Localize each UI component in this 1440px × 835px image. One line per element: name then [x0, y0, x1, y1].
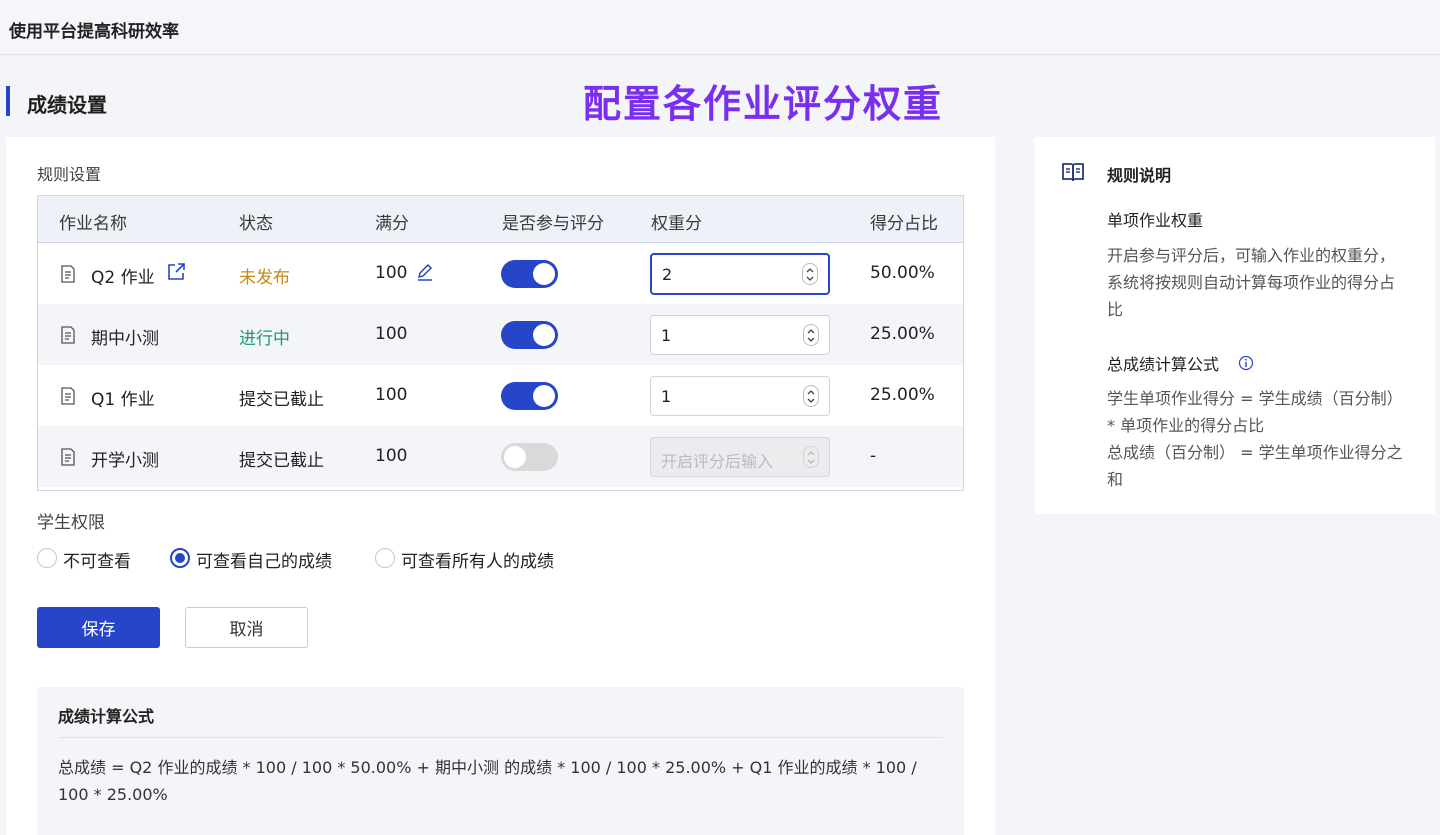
full-score: 100 [375, 263, 408, 283]
toggle-knob [504, 446, 526, 468]
number-stepper[interactable] [803, 385, 819, 407]
book-icon [1062, 163, 1084, 182]
scoring-toggle[interactable] [501, 260, 558, 288]
full-score: 100 [375, 446, 408, 466]
document-icon [61, 448, 75, 466]
table-row: 开学小测 提交已截止 100 开启评分后输入 - [38, 426, 963, 487]
number-stepper[interactable] [803, 324, 819, 346]
status-label: 进行中 [239, 329, 290, 349]
formula-text: 总成绩 = Q2 作业的成绩 * 100 / 100 * 50.00% + 期中… [58, 758, 917, 804]
radio-label: 可查看所有人的成绩 [401, 552, 554, 572]
col-header-name: 作业名称 [59, 214, 127, 234]
save-button[interactable]: 保存 [37, 607, 160, 648]
radio-circle[interactable] [375, 548, 395, 568]
chevron-up-icon[interactable] [807, 327, 815, 335]
document-icon [61, 326, 75, 344]
assignment-name: Q2 作业 [91, 268, 155, 288]
help-heading-formula: 总成绩计算公式 [1107, 355, 1220, 374]
score-ratio: - [870, 446, 877, 466]
score-ratio: 25.00% [870, 385, 935, 405]
help-title: 规则说明 [1107, 166, 1172, 185]
number-stepper[interactable] [802, 263, 818, 285]
chevron-up-icon[interactable] [806, 266, 814, 274]
cancel-button[interactable]: 取消 [185, 607, 308, 648]
table-header: 作业名称 状态 满分 是否参与评分 权重分 得分占比 [38, 196, 963, 243]
chevron-down-icon[interactable] [806, 275, 814, 283]
divider [58, 737, 943, 738]
external-link-icon[interactable] [166, 262, 186, 282]
weight-input[interactable]: 1 [650, 315, 830, 355]
assignment-name: Q1 作业 [91, 390, 155, 410]
page-title: 成绩设置 [27, 93, 107, 117]
app-title: 使用平台提高科研效率 [9, 22, 179, 42]
edit-pencil-icon[interactable] [416, 263, 434, 281]
weight-placeholder: 开启评分后输入 [661, 452, 774, 471]
status-label: 提交已截止 [239, 451, 324, 471]
full-score: 100 [375, 385, 408, 405]
radio-circle[interactable] [170, 548, 190, 568]
permissions-radio-group: 不可查看 可查看自己的成绩 可查看所有人的成绩 [37, 546, 597, 572]
weight-value: 1 [661, 387, 672, 406]
toggle-knob [533, 324, 555, 346]
info-icon[interactable] [1238, 355, 1254, 371]
status-label: 未发布 [239, 268, 290, 288]
col-header-status: 状态 [239, 214, 273, 234]
col-header-full-score: 满分 [375, 214, 409, 234]
col-header-weight: 权重分 [651, 214, 702, 234]
table-row: 期中小测 进行中 100 1 25.00% [38, 304, 963, 365]
status-label: 提交已截止 [239, 390, 324, 410]
number-stepper [803, 446, 819, 468]
chevron-up-icon[interactable] [807, 388, 815, 396]
top-bar: 使用平台提高科研效率 [0, 0, 1440, 55]
document-icon [61, 265, 75, 283]
help-text-item-score: 学生单项作业得分 = 学生成绩（百分制） * 单项作业的得分占比 [1107, 389, 1403, 435]
help-text-total-score: 总成绩（百分制） = 学生单项作业得分之和 [1107, 443, 1403, 489]
radio-circle[interactable] [37, 548, 57, 568]
weights-table: 作业名称 状态 满分 是否参与评分 权重分 得分占比 Q2 作业 未发布 100… [37, 195, 964, 491]
score-ratio: 25.00% [870, 324, 935, 344]
formula-title: 成绩计算公式 [58, 707, 155, 726]
help-heading-weight: 单项作业权重 [1107, 211, 1204, 230]
chevron-down-icon [807, 459, 815, 464]
full-score: 100 [375, 324, 408, 344]
rules-section-label: 规则设置 [37, 165, 102, 184]
formula-panel: 成绩计算公式 总成绩 = Q2 作业的成绩 * 100 / 100 * 50.0… [37, 687, 964, 835]
document-icon [61, 387, 75, 405]
table-row: Q1 作业 提交已截止 100 1 25.00% [38, 365, 963, 426]
chevron-down-icon[interactable] [807, 336, 815, 344]
score-ratio: 50.00% [870, 263, 935, 283]
weight-input[interactable]: 2 [650, 253, 830, 295]
weight-input: 开启评分后输入 [650, 437, 830, 477]
toggle-knob [533, 385, 555, 407]
scoring-toggle[interactable] [501, 321, 558, 349]
main-card: 规则设置 作业名称 状态 满分 是否参与评分 权重分 得分占比 Q2 作业 未发… [6, 137, 995, 835]
col-header-enabled: 是否参与评分 [502, 214, 604, 234]
section-accent-bar [6, 86, 10, 116]
col-header-ratio: 得分占比 [870, 214, 938, 234]
weight-input[interactable]: 1 [650, 376, 830, 416]
banner-caption: 配置各作业评分权重 [583, 82, 944, 126]
weight-value: 1 [661, 326, 672, 345]
assignment-name: 期中小测 [91, 329, 159, 349]
help-text-weight: 开启参与评分后，可输入作业的权重分，系统将按规则自动计算每项作业的得分占比 [1107, 246, 1396, 319]
table-row: Q2 作业 未发布 100 2 50.00% [38, 243, 963, 304]
toggle-knob [533, 263, 555, 285]
scoring-toggle[interactable] [501, 443, 558, 471]
chevron-down-icon[interactable] [807, 397, 815, 405]
rules-help-card: 规则说明 单项作业权重 开启参与评分后，可输入作业的权重分，系统将按规则自动计算… [1035, 137, 1435, 514]
assignment-name: 开学小测 [91, 451, 159, 471]
scoring-toggle[interactable] [501, 382, 558, 410]
radio-label: 不可查看 [63, 552, 131, 572]
chevron-up-icon [807, 451, 815, 456]
permissions-label: 学生权限 [37, 513, 105, 533]
radio-label: 可查看自己的成绩 [196, 552, 332, 572]
weight-value: 2 [662, 265, 673, 284]
